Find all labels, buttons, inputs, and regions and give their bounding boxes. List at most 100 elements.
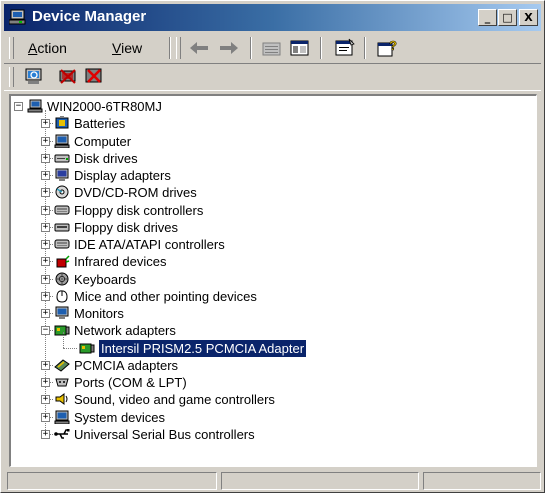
expand-toggle-17[interactable]: + [41,429,50,439]
expand-toggle-8[interactable]: + [41,257,50,267]
tree-item-monitors[interactable]: + Monitors [11,305,531,322]
tree-item-label: Monitors [74,306,124,321]
scan-hardware-icon[interactable] [24,67,44,85]
tree-item-label: Mice and other pointing devices [74,288,257,304]
device-manager-icon [9,9,26,25]
expand-toggle-1[interactable]: + [41,136,50,146]
disable-icon[interactable] [84,67,104,85]
toolbar-grip[interactable] [9,37,14,59]
tree-item-infrared-devices[interactable]: + Infrared devices [11,253,531,270]
window-title: Device Manager [32,8,147,25]
expand-toggle-4[interactable]: + [41,188,50,198]
cdrom-icon [55,185,69,199]
menu-action[interactable]: Action [28,40,67,56]
network-adapter-icon [54,325,70,336]
computer-icon [54,134,70,148]
expand-toggle-5[interactable]: + [41,205,50,215]
properties-icon[interactable] [334,38,356,58]
show-hide-tree-icon[interactable] [290,39,310,57]
tree-item-mice-and-other-pointing-devices[interactable]: + Mice and other pointing devices [11,288,531,305]
device-tree[interactable]: − WIN2000-6TR80MJ + Batteries + Computer + Disk… [9,94,537,467]
expand-toggle-11[interactable]: + [41,309,50,318]
tree-item-label: PCMCIA adapters [74,357,179,373]
port-icon [55,378,69,387]
tree-item-label: Keyboards [74,271,137,287]
tree-item-label: Infrared devices [74,254,167,270]
expand-toggle-16[interactable]: + [41,412,50,422]
pcmcia-icon [54,359,70,372]
usb-icon [54,428,70,439]
toolbar-grip-3[interactable] [9,67,14,87]
expand-toggle-0[interactable]: + [41,119,50,129]
controller-icon [54,205,70,214]
disk-drive-icon [54,154,70,163]
tree-item-selected-device[interactable]: Intersil PRISM2.5 PCMCIA Adapter [11,331,531,357]
tree-connector [63,347,77,349]
tree-item-floppy-disk-drives[interactable]: + Floppy disk drives [11,219,531,236]
back-arrow-icon[interactable] [188,41,210,55]
action-toolbar [4,63,541,91]
device-manager-window: Device Manager _ □ X Action View ? − WIN… [0,0,545,493]
tree-item-ide-ata-atapi-controllers[interactable]: + IDE ATA/ATAPI controllers [11,236,531,253]
tree-item-system-devices[interactable]: + System devices [11,409,531,426]
monitor-icon [55,306,69,319]
menu-separator [169,37,171,59]
tree-item-label: Batteries [74,116,126,132]
status-panel-3 [423,472,541,490]
tree-item-pcmcia-adapters[interactable]: + PCMCIA adapters [11,357,531,374]
sound-icon [55,393,68,406]
expand-toggle-10[interactable]: + [41,291,50,301]
status-bar [7,472,541,490]
menu-view[interactable]: View [112,40,142,56]
expand-toggle-12[interactable]: − [41,326,50,336]
svg-text:?: ? [389,38,397,53]
expand-toggle-9[interactable]: + [41,274,50,284]
expand-toggle-2[interactable]: + [41,153,50,163]
title-bar[interactable]: Device Manager _ □ X [4,4,541,31]
uninstall-icon[interactable] [58,67,78,85]
root-collapse-toggle[interactable]: − [14,102,23,111]
tree-item-disk-drives[interactable]: + Disk drives [11,150,531,167]
forward-arrow-icon[interactable] [218,41,240,55]
expand-toggle-13[interactable]: + [41,360,50,370]
tree-item-ports-com-lpt[interactable]: + Ports (COM & LPT) [11,374,531,391]
menu-view-rest: iew [121,40,143,56]
expand-toggle-6[interactable]: + [41,222,50,232]
tree-item-universal-serial-bus-controllers[interactable]: + Universal Serial Bus controllers [11,426,531,443]
tree-item-dvd-cd-rom-drives[interactable]: + DVD/CD-ROM drives [11,184,531,201]
status-panel-2 [221,472,419,490]
tree-item-batteries[interactable]: + Batteries [11,115,531,132]
help-icon[interactable]: ? [376,38,398,58]
menu-action-accel: A [28,40,38,56]
battery-icon [55,116,69,129]
tree-item-computer[interactable]: + Computer [11,133,531,150]
tree-item-keyboards[interactable]: + Keyboards [11,271,531,288]
tree-item-display-adapters[interactable]: + Display adapters [11,167,531,184]
tree-item-sound-video-and-game-controllers[interactable]: + Sound, video and game controllers [11,391,531,408]
expand-toggle-14[interactable]: + [41,378,50,387]
display-icon [55,168,69,181]
tree-item-label: Network adapters [74,323,176,339]
up-folder-icon[interactable] [262,39,282,57]
expand-toggle-7[interactable]: + [41,240,50,249]
system-icon [54,410,70,424]
toolbar-grip-2[interactable] [176,37,181,59]
expand-toggle-15[interactable]: + [41,395,50,405]
minimize-button[interactable]: _ [478,9,497,26]
status-panel-1 [7,472,217,490]
floppy-drive-icon [54,223,70,232]
tree-item-label: Ports (COM & LPT) [74,375,187,390]
expand-toggle-3[interactable]: + [41,171,50,180]
tree-item-label: Sound, video and game controllers [74,392,275,408]
tree-item-label: DVD/CD-ROM drives [74,185,197,201]
tree-item-label: Computer [74,133,132,149]
maximize-button[interactable]: □ [498,9,517,26]
tree-item-network-adapters[interactable]: − Network adapters [11,322,531,339]
tree-root-item[interactable]: − WIN2000-6TR80MJ [11,98,531,115]
root-computer-icon [27,99,43,113]
tree-item-floppy-disk-controllers[interactable]: + Floppy disk controllers [11,202,531,219]
close-button[interactable]: X [519,9,538,26]
selected-device-label: Intersil PRISM2.5 PCMCIA Adapter [99,339,307,357]
tree-item-label: System devices [74,409,166,425]
network-card-icon [79,343,95,353]
